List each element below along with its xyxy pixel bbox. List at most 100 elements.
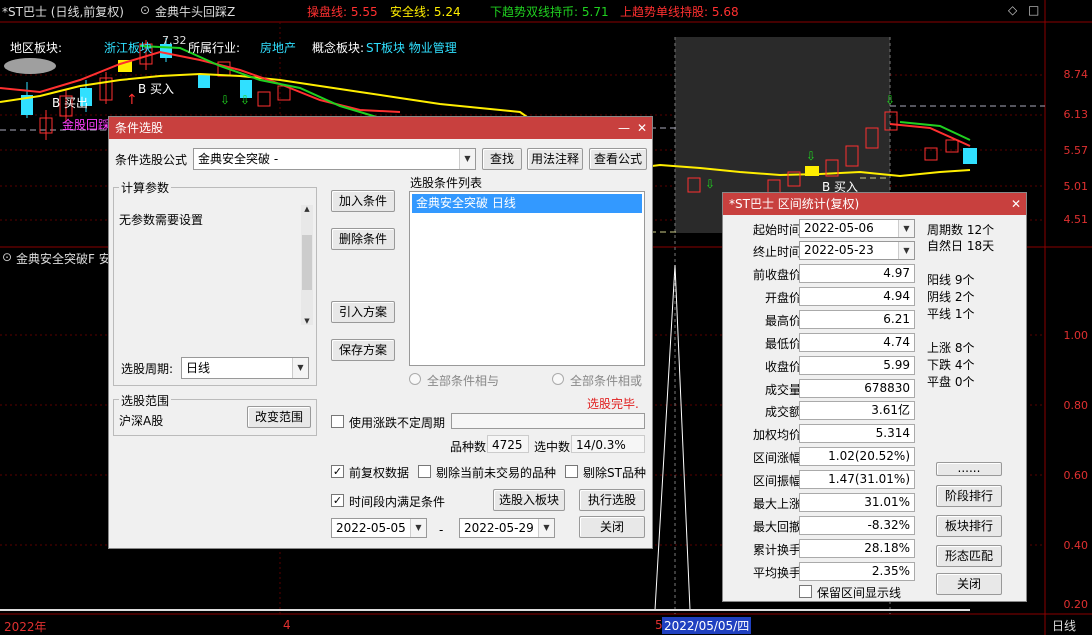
even-count: 平盘 0个 [927, 375, 975, 389]
exclude-untraded-checkbox[interactable] [418, 465, 431, 478]
radio-all-or[interactable] [552, 373, 564, 385]
more-button[interactable]: ...... [936, 462, 1002, 476]
gold-mark: 金股回踩 [62, 118, 111, 132]
svg-text:⇩: ⇩ [220, 93, 230, 107]
count-label: 品种数 [450, 440, 487, 454]
svg-text:⇩: ⇩ [240, 93, 250, 107]
radio-all-and[interactable] [409, 373, 421, 385]
stat-value: 2.35% [799, 561, 915, 581]
periods-count: 周期数 12个 [927, 223, 995, 237]
chevron-down-icon[interactable]: ▼ [459, 149, 475, 169]
exclude-st-checkbox[interactable] [565, 465, 578, 478]
selector-titlebar[interactable]: 条件选股 — ✕ [109, 117, 652, 139]
usage-button[interactable]: 用法注释 [527, 148, 583, 170]
stats-close-button[interactable]: 关闭 [936, 573, 1002, 595]
execute-button[interactable]: 执行选股 [579, 489, 645, 511]
stock-selector-dialog: 条件选股 — ✕ 条件选股公式 金典安全突破 - ▼ 查找 用法注释 查看公式 … [108, 116, 653, 549]
stat-row: 加权均价 5.314 [723, 423, 923, 445]
up-count: 上涨 8个 [927, 341, 975, 355]
view-formula-button[interactable]: 查看公式 [589, 148, 647, 170]
natural-days: 自然日 18天 [927, 239, 995, 253]
end-time-select[interactable]: 2022-05-23 ▼ [799, 241, 915, 260]
time-range-checkbox[interactable]: ✓ [331, 494, 344, 507]
price-scale-3: 5.57 [1063, 144, 1089, 157]
sub-scale-4: 0.40 [1063, 539, 1089, 552]
stat-value: 4.97 [799, 264, 915, 283]
sub-indicator-dropdown-icon[interactable]: ⊙ [2, 250, 12, 264]
indicator-name[interactable]: 金典牛头回踩Z [155, 3, 235, 20]
stat-row: 最大上涨 31.01% [723, 492, 923, 514]
hold-mark: B 买出 [52, 96, 89, 110]
start-time-label: 起始时间 [752, 223, 801, 237]
formula-select[interactable]: 金典安全突破 - ▼ [193, 148, 476, 170]
minimize-icon[interactable]: — [616, 117, 632, 139]
params-text: 无参数需要设置 [119, 213, 204, 227]
period-select[interactable]: 日线 ▼ [181, 357, 309, 379]
condition-list[interactable]: 金典安全突破 日线 [409, 191, 645, 366]
industry-value[interactable]: 房地产 [260, 39, 296, 56]
sub-indicator-name[interactable]: 金典安全突破F 安 [16, 250, 111, 267]
to-sector-button[interactable]: 选股入板块 [493, 489, 565, 511]
range-value: 沪深A股 [119, 414, 164, 428]
exclude-untraded-label: 剔除当前未交易的品种 [436, 466, 557, 480]
params-scrollbar[interactable]: ▲ ▼ [301, 205, 313, 325]
pattern-match-button[interactable]: 形态匹配 [936, 545, 1002, 567]
stat-value: 1.47(31.01%) [799, 470, 915, 490]
stat-label: 成交量 [764, 382, 801, 397]
import-plan-button[interactable]: 引入方案 [331, 301, 395, 323]
radio-all-and-label: 全部条件相与 [427, 374, 500, 388]
diamond-icon[interactable]: ◇ [1008, 3, 1017, 17]
stat-value: 3.61亿 [799, 401, 915, 421]
chevron-down-icon[interactable]: ▼ [538, 519, 554, 537]
exclude-st-label: 剔除ST品种 [583, 466, 646, 480]
stats-titlebar[interactable]: *ST巴士 区间统计(复权) ✕ [723, 193, 1026, 215]
window-restore-icon[interactable]: □ [1028, 3, 1039, 17]
svg-text:⇩: ⇩ [885, 93, 895, 107]
delete-condition-button[interactable]: 删除条件 [331, 228, 395, 250]
stage-rank-button[interactable]: 阶段排行 [936, 485, 1002, 507]
sector-rank-button[interactable]: 板块排行 [936, 515, 1002, 537]
indicator-dropdown-icon[interactable]: ⊙ [140, 3, 150, 17]
stat-row: 区间涨幅 1.02(20.52%) [723, 446, 923, 468]
period-label[interactable]: 日线 [1052, 617, 1076, 634]
close-button[interactable]: 关闭 [579, 516, 645, 538]
close-icon[interactable]: ✕ [634, 117, 650, 139]
chevron-down-icon[interactable]: ▼ [292, 358, 308, 378]
date-to-select[interactable]: 2022-05-29 ▼ [459, 518, 555, 538]
chevron-down-icon[interactable]: ▼ [898, 242, 914, 259]
axis-year: 2022年 [4, 620, 47, 634]
stock-title: *ST巴士 (日线,前复权) [2, 5, 124, 19]
date-from-select[interactable]: 2022-05-05 ▼ [331, 518, 427, 538]
close-icon[interactable]: ✕ [1008, 193, 1024, 215]
chevron-down-icon[interactable]: ▼ [898, 220, 914, 237]
use-period-label: 使用涨跌不定周期 [349, 416, 446, 430]
keep-line-label: 保留区间显示线 [817, 586, 902, 600]
period-label-text: 选股周期: [121, 362, 174, 376]
industry-label: 所属行业: [188, 41, 241, 55]
label-caopan: 操盘线: 5.55 [307, 5, 378, 19]
label-up-trend: 上趋势单线持股: 5.68 [620, 5, 739, 19]
stat-value: 5.99 [799, 355, 915, 375]
price-scale-5: 4.51 [1063, 213, 1089, 226]
chevron-down-icon[interactable]: ▼ [410, 519, 426, 537]
use-period-input[interactable] [451, 413, 645, 429]
keep-line-checkbox[interactable] [799, 585, 812, 598]
stat-label: 平均换手 [752, 565, 801, 580]
stat-label: 最高价 [764, 313, 801, 328]
selector-title: 条件选股 [115, 121, 164, 135]
selected-label: 选中数 [534, 440, 571, 454]
use-period-checkbox[interactable] [331, 415, 344, 428]
concept-label: 概念板块: [312, 41, 365, 55]
find-button[interactable]: 查找 [482, 148, 522, 170]
fq-checkbox[interactable]: ✓ [331, 465, 344, 478]
price-scale-1: 8.74 [1063, 68, 1089, 81]
add-condition-button[interactable]: 加入条件 [331, 190, 395, 212]
region-value[interactable]: 浙江板块 [104, 39, 152, 56]
change-range-button[interactable]: 改变范围 [247, 406, 311, 428]
save-plan-button[interactable]: 保存方案 [331, 339, 395, 361]
stat-row: 收盘价 5.99 [723, 355, 923, 377]
condition-list-item[interactable]: 金典安全突破 日线 [412, 194, 642, 213]
stat-label: 最大上涨 [752, 497, 801, 511]
start-time-select[interactable]: 2022-05-06 ▼ [799, 219, 915, 238]
concept-value[interactable]: ST板块 物业管理 [366, 39, 457, 56]
